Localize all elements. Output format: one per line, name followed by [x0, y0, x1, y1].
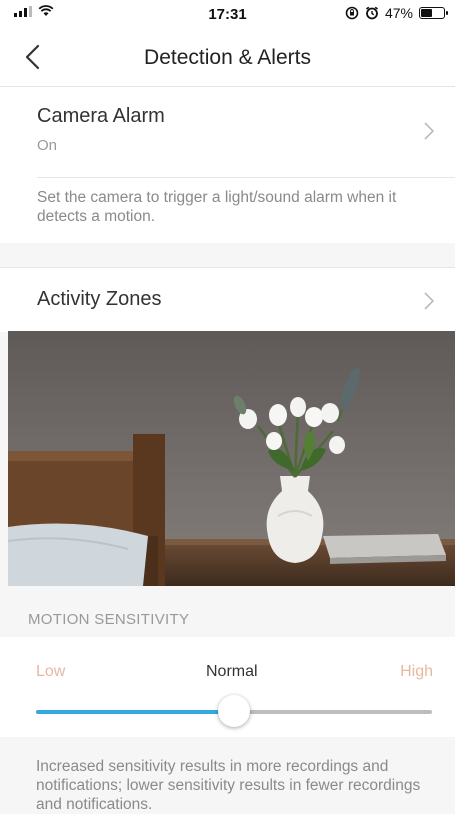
motion-sensitivity-heading: MOTION SENSITIVITY: [28, 611, 190, 628]
slider-thumb[interactable]: [218, 695, 250, 727]
sensitivity-low-label: Low: [36, 663, 66, 680]
camera-alarm-description: Set the camera to trigger a light/sound …: [37, 189, 397, 225]
camera-preview-image[interactable]: [8, 331, 455, 586]
sensitivity-labels: Low Normal High: [36, 663, 433, 683]
camera-alarm-title: Camera Alarm: [37, 105, 165, 127]
battery-icon: [419, 7, 448, 19]
activity-zones-row[interactable]: Activity Zones: [0, 267, 455, 332]
battery-percent: 47%: [384, 5, 413, 21]
chevron-right-icon: [424, 292, 435, 310]
status-right: 47%: [345, 5, 448, 21]
alarm-icon: [365, 6, 378, 20]
activity-zones-title: Activity Zones: [37, 288, 162, 310]
chevron-right-icon: [424, 122, 435, 140]
camera-alarm-desc-block: Set the camera to trigger a light/sound …: [0, 177, 455, 243]
room-scene-illustration: [8, 331, 455, 586]
rotation-lock-icon: [345, 6, 359, 20]
nav-bar: Detection & Alerts: [0, 28, 455, 87]
status-bar: 17:31 47%: [0, 0, 455, 28]
slider-fill: [36, 710, 234, 714]
page-title: Detection & Alerts: [144, 46, 311, 69]
camera-alarm-row[interactable]: Camera Alarm On: [0, 87, 455, 177]
camera-alarm-value: On: [37, 137, 58, 154]
divider: [37, 177, 455, 178]
sensitivity-high-label: High: [400, 663, 433, 680]
sensitivity-current-label: Normal: [206, 663, 258, 680]
motion-sensitivity-description: Increased sensitivity results in more re…: [36, 758, 421, 813]
sensitivity-slider[interactable]: [36, 695, 432, 727]
